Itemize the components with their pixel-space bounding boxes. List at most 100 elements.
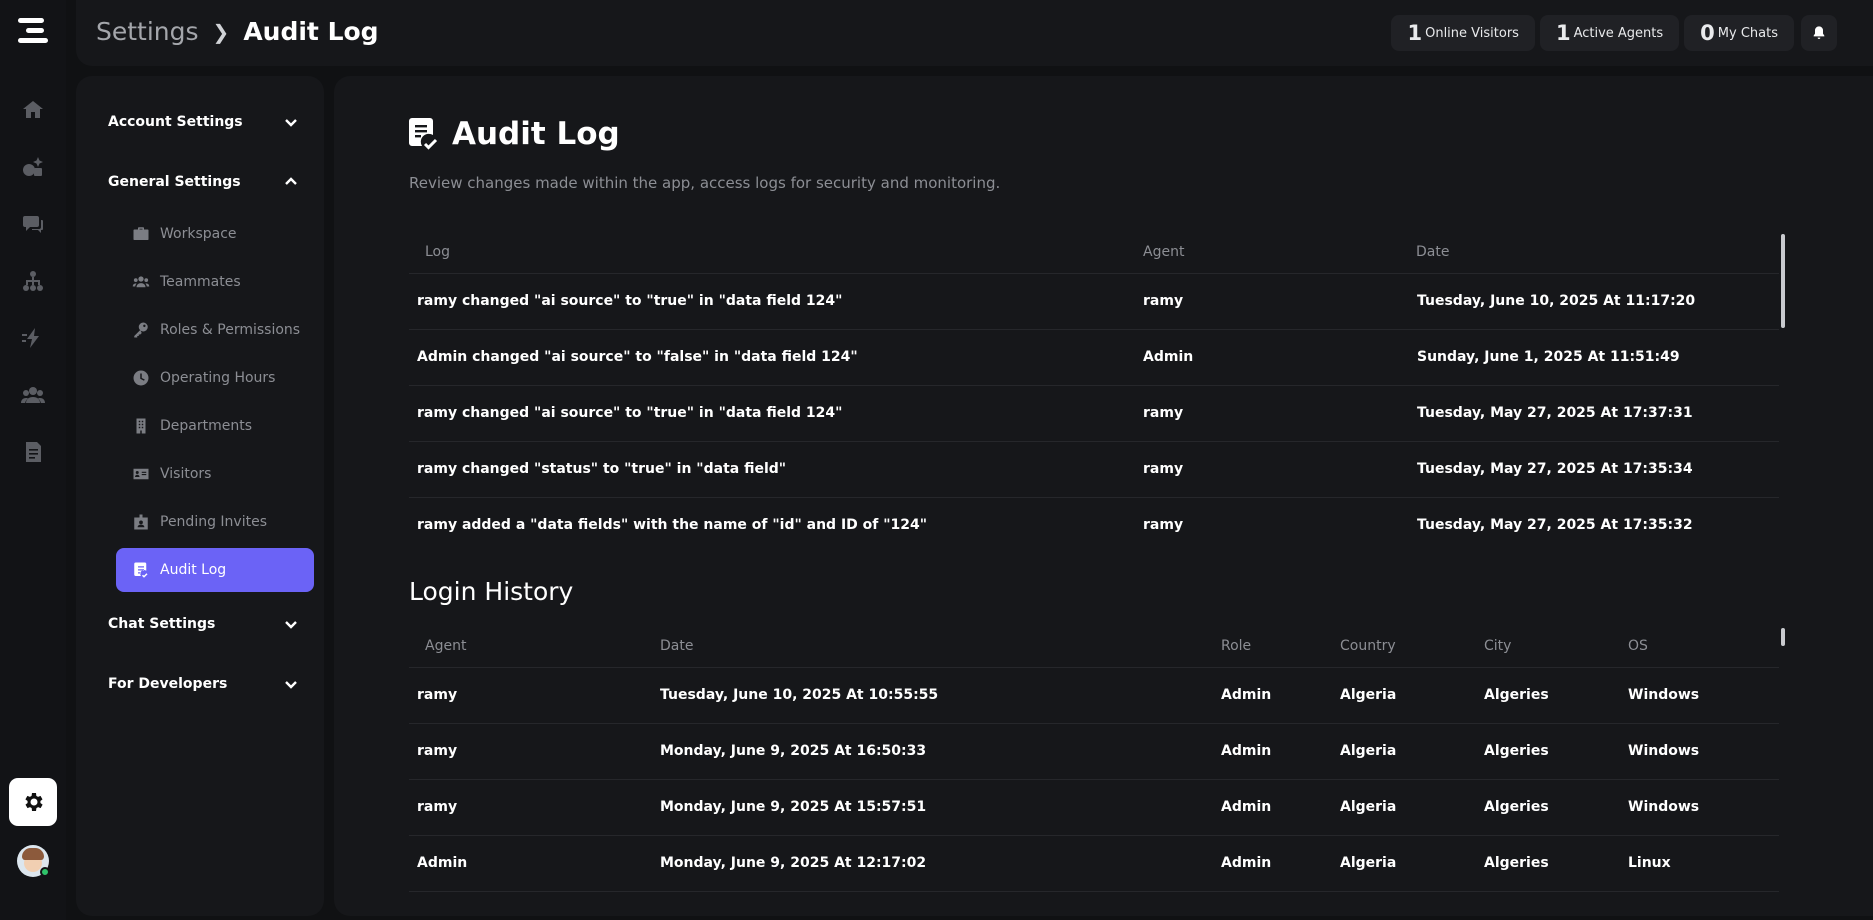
agent-cell: ramy [1143, 461, 1184, 477]
os-cell: Linux [1628, 855, 1671, 871]
agent-cell: ramy [417, 687, 458, 703]
online-visitors-count: 1 [1407, 21, 1423, 45]
online-status-dot [40, 867, 50, 877]
id-card-icon [133, 468, 149, 480]
stats-bar: 1 Online Visitors 1 Active Agents 0 My C… [1391, 15, 1837, 51]
home-icon[interactable] [21, 98, 45, 122]
table-row[interactable]: ramy Monday, June 9, 2025 At 15:57:51 Ad… [409, 779, 1779, 835]
column-header-log: Log [425, 244, 451, 260]
date-cell: Tuesday, June 10, 2025 At 11:17:20 [1417, 293, 1696, 309]
chevron-down-icon [285, 621, 297, 629]
online-visitors-label: Online Visitors [1425, 25, 1519, 41]
table-row[interactable]: ramy Tuesday, June 10, 2025 At 10:55:55 … [409, 667, 1779, 723]
app-logo-icon[interactable] [18, 18, 48, 48]
users-icon [132, 276, 150, 288]
notifications-button[interactable] [1801, 15, 1837, 51]
audit-icon [134, 562, 148, 578]
my-chats-stat[interactable]: 0 My Chats [1684, 15, 1794, 51]
audit-log-icon [409, 118, 438, 150]
agent-cell: Admin [417, 855, 468, 871]
table-row[interactable]: ramy added a "data fields" with the name… [409, 497, 1779, 553]
table-row[interactable]: ramy changed "ai source" to "true" in "d… [409, 385, 1779, 441]
chevron-up-icon [285, 177, 297, 185]
sidebar-item-label: Departments [160, 418, 253, 434]
automation-icon[interactable] [21, 326, 45, 350]
column-header-agent: Agent [1143, 244, 1185, 260]
country-cell: Algeria [1340, 799, 1397, 815]
shapes-icon[interactable] [21, 155, 45, 179]
active-agents-label: Active Agents [1573, 25, 1664, 41]
city-cell: Algeries [1484, 687, 1549, 703]
date-cell: Tuesday, May 27, 2025 At 17:35:32 [1417, 517, 1693, 533]
column-header-agent: Agent [425, 638, 467, 654]
sidebar-item-roles-permissions[interactable]: Roles & Permissions [116, 308, 314, 352]
team-icon[interactable] [21, 383, 45, 407]
login-history-title: Login History [409, 577, 574, 606]
date-cell: Monday, June 9, 2025 At 15:57:51 [660, 799, 927, 815]
account-settings-label: Account Settings [108, 114, 243, 130]
agent-cell: ramy [1143, 405, 1184, 421]
sidebar-item-departments[interactable]: Departments [116, 404, 314, 448]
table-row[interactable] [409, 891, 1779, 916]
agent-cell: ramy [1143, 293, 1184, 309]
date-cell: Monday, June 9, 2025 At 12:17:02 [660, 855, 927, 871]
sidebar-item-operating-hours[interactable]: Operating Hours [116, 356, 314, 400]
sidebar-item-teammates[interactable]: Teammates [116, 260, 314, 304]
account-settings-toggle[interactable]: Account Settings [108, 114, 298, 130]
sidebar-item-label: Operating Hours [160, 370, 276, 386]
breadcrumb-settings[interactable]: Settings [96, 17, 199, 46]
table-row[interactable]: Admin changed "ai source" to "false" in … [409, 329, 1779, 385]
for-developers-toggle[interactable]: For Developers [108, 676, 298, 692]
chats-icon[interactable] [21, 212, 45, 236]
my-chats-label: My Chats [1717, 25, 1778, 41]
role-cell: Admin [1221, 799, 1272, 815]
agent-cell: ramy [417, 799, 458, 815]
table-row[interactable]: Admin Monday, June 9, 2025 At 12:17:02 A… [409, 835, 1779, 891]
active-agents-count: 1 [1555, 21, 1571, 45]
sidebar-item-pending-invites[interactable]: Pending Invites [116, 500, 314, 544]
for-developers-label: For Developers [108, 676, 228, 692]
os-cell: Windows [1628, 743, 1700, 759]
role-cell: Admin [1221, 687, 1272, 703]
log-cell: ramy changed "ai source" to "true" in "d… [417, 293, 843, 309]
column-header-date: Date [1416, 244, 1450, 260]
sidebar-item-audit-log[interactable]: Audit Log [116, 548, 314, 592]
reports-icon[interactable] [21, 440, 45, 464]
agent-cell: ramy [1143, 517, 1184, 533]
active-agents-stat[interactable]: 1 Active Agents [1539, 15, 1680, 51]
general-settings-toggle[interactable]: General Settings [108, 174, 298, 190]
sidebar-item-label: Teammates [160, 274, 241, 290]
column-header-date: Date [660, 638, 694, 654]
login-table-scrollbar[interactable] [1781, 628, 1785, 646]
general-settings-label: General Settings [108, 174, 241, 190]
audit-table-scrollbar[interactable] [1781, 234, 1785, 328]
sidebar-item-label: Workspace [160, 226, 237, 242]
city-cell: Algeries [1484, 855, 1549, 871]
chat-settings-label: Chat Settings [108, 616, 216, 632]
page-title-text: Audit Log [452, 116, 620, 152]
agent-cell: Admin [1143, 349, 1194, 365]
page-title: Audit Log [408, 116, 620, 152]
chevron-down-icon [285, 119, 297, 127]
my-chats-count: 0 [1700, 21, 1715, 45]
agent-cell: ramy [417, 743, 458, 759]
table-row[interactable]: ramy changed "ai source" to "true" in "d… [409, 273, 1779, 329]
date-cell: Tuesday, May 27, 2025 At 17:37:31 [1417, 405, 1693, 421]
sidebar-item-visitors[interactable]: Visitors [116, 452, 314, 496]
hierarchy-icon[interactable] [21, 269, 45, 293]
settings-sidebar: Account Settings General Settings Worksp… [76, 76, 324, 916]
chevron-right-icon: ❯ [212, 19, 230, 44]
online-visitors-stat[interactable]: 1 Online Visitors [1391, 15, 1535, 51]
key-icon [134, 322, 148, 338]
sidebar-item-workspace[interactable]: Workspace [116, 212, 314, 256]
breadcrumb: Settings ❯ Audit Log [96, 17, 379, 46]
table-row[interactable]: ramy Monday, June 9, 2025 At 16:50:33 Ad… [409, 723, 1779, 779]
clock-icon [133, 370, 149, 386]
log-cell: ramy changed "status" to "true" in "data… [417, 461, 787, 477]
chat-settings-toggle[interactable]: Chat Settings [108, 616, 298, 632]
table-row[interactable]: ramy changed "status" to "true" in "data… [409, 441, 1779, 497]
column-header-city: City [1484, 638, 1512, 654]
log-cell: ramy added a "data fields" with the name… [417, 517, 928, 533]
left-rail [0, 0, 66, 920]
settings-button[interactable] [9, 778, 57, 826]
